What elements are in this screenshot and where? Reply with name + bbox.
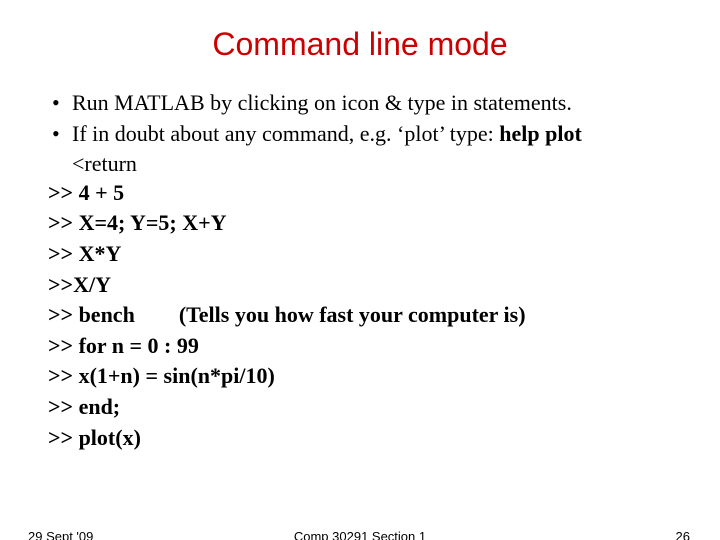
code-line: >> end;	[48, 393, 704, 422]
bullet-text: If in doubt about any command, e.g. ‘plo…	[72, 121, 499, 146]
code-block: >> 4 + 5 >> X=4; Y=5; X+Y >> X*Y >>X/Y >…	[48, 179, 704, 452]
slide: Command line mode Run MATLAB by clicking…	[0, 26, 720, 540]
bullet-item: If in doubt about any command, e.g. ‘plo…	[52, 120, 704, 149]
help-plot-bold: help plot	[499, 121, 582, 146]
code-line: >> plot(x)	[48, 424, 704, 453]
code-line: >> 4 + 5	[48, 179, 704, 208]
code-line: >> X=4; Y=5; X+Y	[48, 209, 704, 238]
bench-note: (Tells you how fast your computer is)	[179, 302, 526, 327]
footer-page-number: 26	[676, 529, 690, 540]
return-line: <return	[72, 150, 704, 179]
bullet-list: Run MATLAB by clicking on icon & type in…	[24, 89, 704, 148]
footer-course: Comp 30291 Section 1	[0, 529, 720, 540]
bench-cmd: >> bench	[48, 302, 135, 327]
bench-line: >> bench (Tells you how fast your compute…	[48, 301, 704, 330]
bullet-item: Run MATLAB by clicking on icon & type in…	[52, 89, 704, 118]
slide-body: Run MATLAB by clicking on icon & type in…	[0, 89, 720, 452]
code-line: >> X*Y	[48, 240, 704, 269]
code-line: >>X/Y	[48, 271, 704, 300]
code-line: >> for n = 0 : 99	[48, 332, 704, 361]
code-line: >> x(1+n) = sin(n*pi/10)	[48, 362, 704, 391]
slide-title: Command line mode	[0, 26, 720, 63]
